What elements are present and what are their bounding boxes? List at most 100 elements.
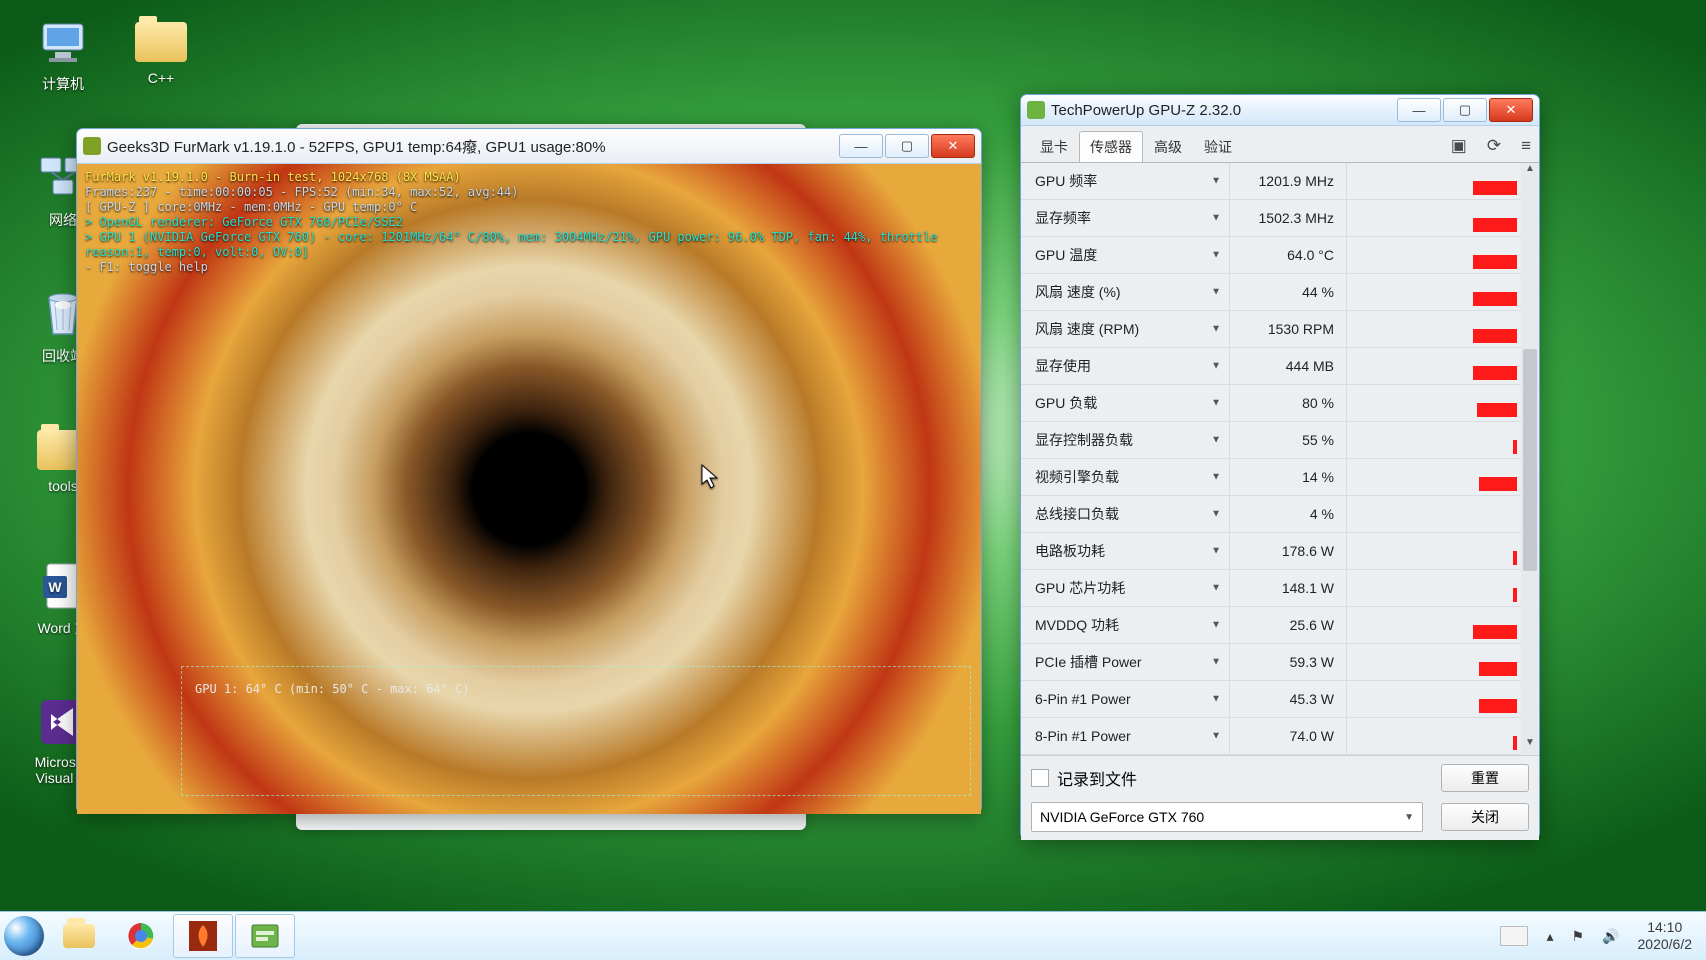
close-button[interactable]: ✕ xyxy=(931,134,975,158)
close-app-button[interactable]: 关闭 xyxy=(1441,803,1529,831)
reset-button[interactable]: 重置 xyxy=(1441,764,1529,792)
sensor-row[interactable]: 显存频率▼1502.3 MHz xyxy=(1021,200,1521,237)
sensor-name[interactable]: 总线接口负载▼ xyxy=(1021,504,1229,524)
sensor-row[interactable]: 总线接口负载▼4 % xyxy=(1021,496,1521,533)
sensor-name[interactable]: MVDDQ 功耗▼ xyxy=(1021,615,1229,635)
taskbar-gpuz[interactable] xyxy=(235,914,295,958)
log-to-file-checkbox[interactable] xyxy=(1031,769,1049,787)
overlay-line: > GPU 1 (NVIDIA GeForce GTX 760) - core:… xyxy=(85,230,973,260)
taskbar[interactable]: ▴ ⚑ 🔊 14:10 2020/6/2 xyxy=(0,911,1706,960)
sensor-graph xyxy=(1347,200,1521,236)
sensor-name[interactable]: 6-Pin #1 Power▼ xyxy=(1021,691,1229,707)
sensor-name[interactable]: PCIe 插槽 Power▼ xyxy=(1021,652,1229,672)
desktop-cpp-folder[interactable]: C++ xyxy=(116,14,206,86)
chevron-down-icon: ▼ xyxy=(1211,694,1221,705)
sensor-row[interactable]: GPU 芯片功耗▼148.1 W xyxy=(1021,570,1521,607)
scroll-up-arrow[interactable]: ▲ xyxy=(1521,163,1539,181)
sensor-row[interactable]: GPU 频率▼1201.9 MHz xyxy=(1021,163,1521,200)
taskbar-browser[interactable] xyxy=(111,914,171,958)
sensor-name[interactable]: 视频引擎负载▼ xyxy=(1021,467,1229,487)
start-button[interactable] xyxy=(0,912,48,960)
sensor-row[interactable]: 视频引擎负载▼14 % xyxy=(1021,459,1521,496)
sensor-row[interactable]: 风扇 速度 (RPM)▼1530 RPM xyxy=(1021,311,1521,348)
desktop-computer-icon[interactable]: 计算机 xyxy=(18,14,108,94)
screenshot-icon[interactable]: ▣ xyxy=(1451,136,1467,156)
gpu-selector-value: NVIDIA GeForce GTX 760 xyxy=(1040,809,1204,825)
sensor-row[interactable]: MVDDQ 功耗▼25.6 W xyxy=(1021,607,1521,644)
refresh-icon[interactable]: ⟳ xyxy=(1487,136,1501,156)
sensor-value: 55 % xyxy=(1229,422,1347,458)
sensor-name[interactable]: GPU 频率▼ xyxy=(1021,171,1229,191)
tray-clock[interactable]: 14:10 2020/6/2 xyxy=(1638,919,1693,953)
minimize-button[interactable]: — xyxy=(839,134,883,158)
sensor-value: 444 MB xyxy=(1229,348,1347,384)
tray-volume-icon[interactable]: 🔊 xyxy=(1602,928,1619,945)
sensor-row[interactable]: GPU 负载▼80 % xyxy=(1021,385,1521,422)
chevron-down-icon: ▼ xyxy=(1211,324,1221,335)
clock-date: 2020/6/2 xyxy=(1638,936,1693,953)
tab-sensors[interactable]: 传感器 xyxy=(1079,131,1143,162)
sensor-graph xyxy=(1347,644,1521,680)
sensor-row[interactable]: 电路板功耗▼178.6 W xyxy=(1021,533,1521,570)
furmark-window[interactable]: Geeks3D FurMark v1.19.1.0 - 52FPS, GPU1 … xyxy=(76,128,982,814)
scroll-thumb[interactable] xyxy=(1523,349,1537,571)
menu-icon[interactable]: ≡ xyxy=(1521,136,1531,156)
close-button[interactable]: ✕ xyxy=(1489,98,1533,122)
sensor-value: 45.3 W xyxy=(1229,681,1347,717)
desktop-icon-label: C++ xyxy=(148,70,174,86)
tray-show-hidden-icon[interactable]: ▴ xyxy=(1546,928,1553,945)
sensor-graph xyxy=(1347,459,1521,495)
chevron-down-icon: ▼ xyxy=(1211,546,1221,557)
sensor-name[interactable]: GPU 芯片功耗▼ xyxy=(1021,578,1229,598)
tray-lang-icon[interactable] xyxy=(1500,926,1528,946)
scroll-down-arrow[interactable]: ▼ xyxy=(1521,737,1539,755)
sensor-row[interactable]: 显存使用▼444 MB xyxy=(1021,348,1521,385)
gpuz-app-icon xyxy=(1027,101,1045,119)
minimize-button[interactable]: — xyxy=(1397,98,1441,122)
chevron-down-icon: ▼ xyxy=(1211,435,1221,446)
sensor-row[interactable]: PCIe 插槽 Power▼59.3 W xyxy=(1021,644,1521,681)
overlay-line: - F1: toggle help xyxy=(85,260,973,275)
sensor-value: 74.0 W xyxy=(1229,718,1347,754)
taskbar-furmark[interactable] xyxy=(173,914,233,958)
sensor-graph xyxy=(1347,533,1521,569)
folder-icon xyxy=(135,22,187,62)
maximize-button[interactable]: ▢ xyxy=(885,134,929,158)
vertical-scrollbar[interactable]: ▲ ▼ xyxy=(1521,163,1539,755)
furmark-render-area[interactable]: FurMark v1.19.1.0 - Burn-in test, 1024x7… xyxy=(77,164,981,814)
sensor-name[interactable]: 8-Pin #1 Power▼ xyxy=(1021,728,1229,744)
sensor-row[interactable]: 6-Pin #1 Power▼45.3 W xyxy=(1021,681,1521,718)
sensor-row[interactable]: 风扇 速度 (%)▼44 % xyxy=(1021,274,1521,311)
sensor-name[interactable]: 风扇 速度 (RPM)▼ xyxy=(1021,319,1229,339)
sensor-row[interactable]: 8-Pin #1 Power▼74.0 W xyxy=(1021,718,1521,755)
chevron-down-icon: ▼ xyxy=(1211,620,1221,631)
sensor-name[interactable]: GPU 负载▼ xyxy=(1021,393,1229,413)
maximize-button[interactable]: ▢ xyxy=(1443,98,1487,122)
clock-time: 14:10 xyxy=(1638,919,1693,936)
sensor-graph xyxy=(1347,422,1521,458)
tray-action-center-icon[interactable]: ⚑ xyxy=(1572,928,1585,945)
sensor-name[interactable]: 风扇 速度 (%)▼ xyxy=(1021,282,1229,302)
taskbar-explorer[interactable] xyxy=(49,914,109,958)
sensor-name[interactable]: 显存控制器负载▼ xyxy=(1021,430,1229,450)
gpuz-window[interactable]: TechPowerUp GPU-Z 2.32.0 — ▢ ✕ 显卡 传感器 高级… xyxy=(1020,94,1540,840)
sensor-name[interactable]: GPU 温度▼ xyxy=(1021,245,1229,265)
tab-validate[interactable]: 验证 xyxy=(1193,131,1243,162)
tab-advanced[interactable]: 高级 xyxy=(1143,131,1193,162)
sensor-value: 178.6 W xyxy=(1229,533,1347,569)
desktop-icon-label: 网络 xyxy=(49,212,77,228)
sensor-name[interactable]: 显存频率▼ xyxy=(1021,208,1229,228)
gpuz-titlebar[interactable]: TechPowerUp GPU-Z 2.32.0 — ▢ ✕ xyxy=(1021,95,1539,126)
furmark-titlebar[interactable]: Geeks3D FurMark v1.19.1.0 - 52FPS, GPU1 … xyxy=(77,129,981,164)
sensor-row[interactable]: 显存控制器负载▼55 % xyxy=(1021,422,1521,459)
sensor-row[interactable]: GPU 温度▼64.0 °C xyxy=(1021,237,1521,274)
sensor-name[interactable]: 显存使用▼ xyxy=(1021,356,1229,376)
desktop-icon-label: tools xyxy=(48,478,78,494)
sensor-name[interactable]: 电路板功耗▼ xyxy=(1021,541,1229,561)
sensor-graph xyxy=(1347,237,1521,273)
gpu-selector-dropdown[interactable]: NVIDIA GeForce GTX 760 ▼ xyxy=(1031,802,1423,832)
tab-graphics-card[interactable]: 显卡 xyxy=(1029,131,1079,162)
sensor-value: 148.1 W xyxy=(1229,570,1347,606)
window-title: Geeks3D FurMark v1.19.1.0 - 52FPS, GPU1 … xyxy=(107,136,606,157)
sensor-graph xyxy=(1347,348,1521,384)
